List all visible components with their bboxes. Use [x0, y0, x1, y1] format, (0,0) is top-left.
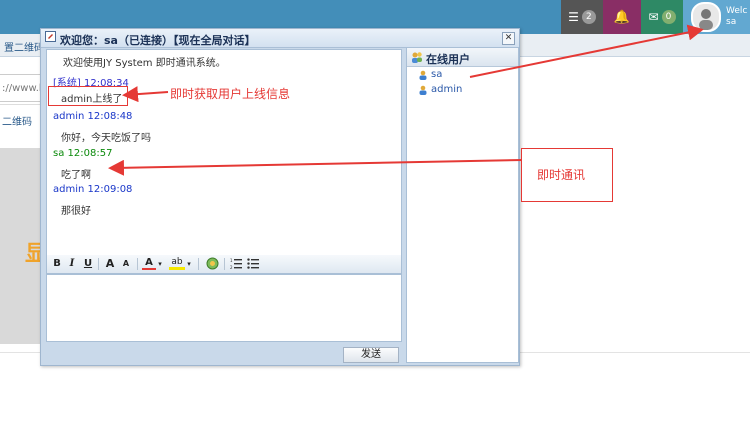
- annotation-arrows: [108, 24, 704, 176]
- annotation-online-info: 即时获取用户上线信息: [170, 87, 291, 101]
- arrow-to-online-message: [122, 86, 169, 103]
- annotation-instant-messaging: 即时通讯: [537, 168, 586, 182]
- arrow-to-chat: [108, 159, 523, 176]
- annotation-box: 即时通讯: [521, 148, 613, 202]
- arrow-to-avatar: [469, 24, 704, 78]
